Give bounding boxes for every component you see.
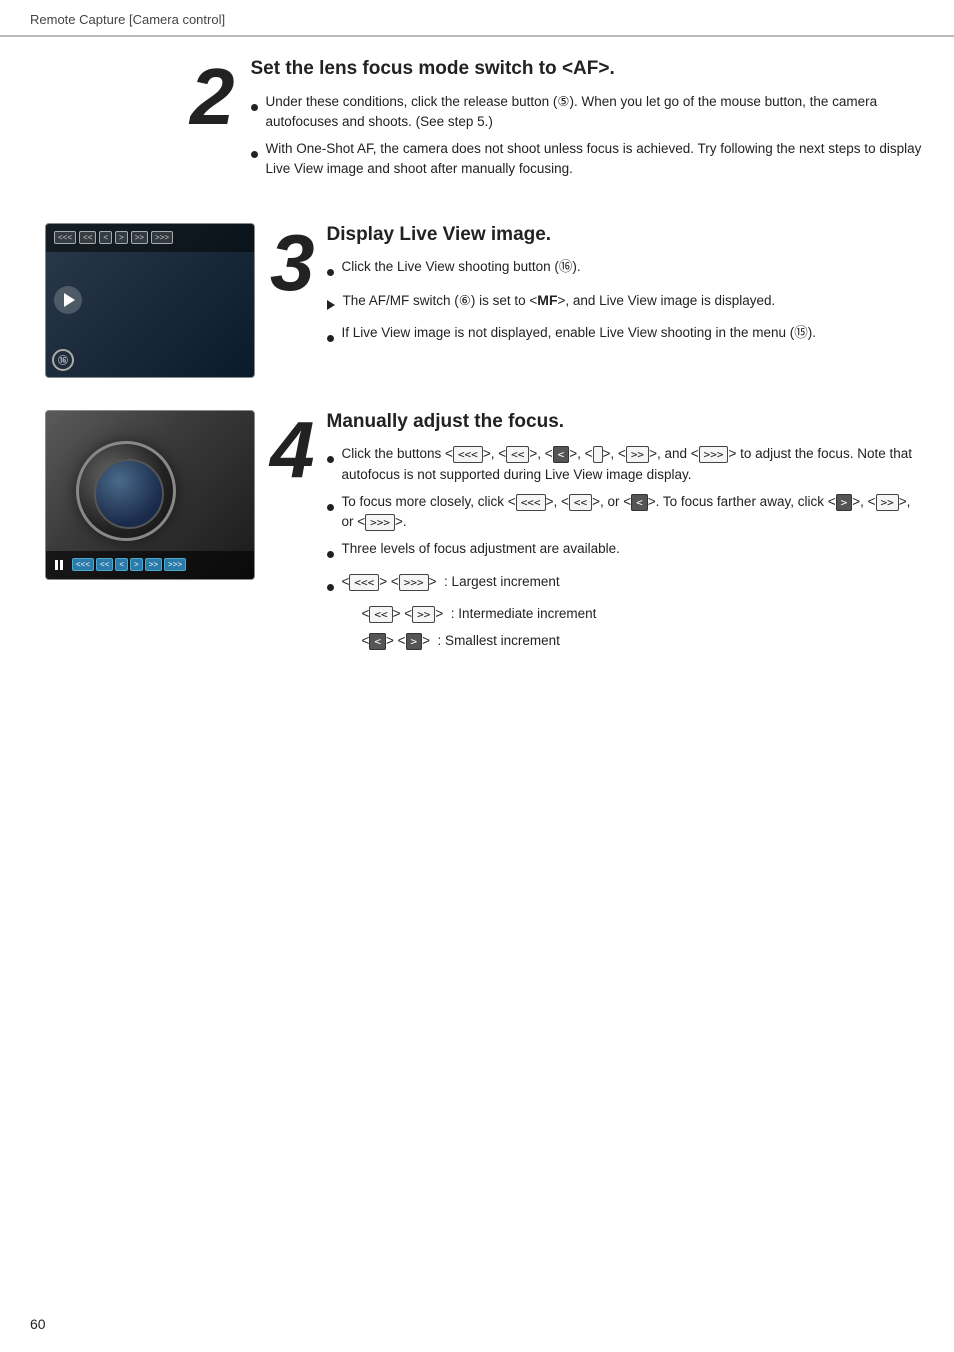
ctrl-btn-r-4: >: [130, 558, 143, 571]
header-text: Remote Capture [Camera control]: [30, 12, 225, 27]
bullet-circle-icon: [251, 97, 258, 117]
step4-bullet-4: <<<<> <>>>> : Largest increment: [327, 572, 925, 597]
step4-bullet-6: <<> <>> : Smallest increment: [347, 631, 925, 651]
bullet-circle-icon: [327, 328, 334, 348]
pause-bar-2: [60, 560, 63, 570]
bullet-circle-icon: [327, 262, 334, 282]
step3-image-area: <<< << < > >> >>> ⑯: [30, 223, 270, 378]
step4-title: Manually adjust the focus.: [327, 410, 925, 435]
ctrl-btn-l-4: <: [115, 558, 128, 571]
camera-screen: <<< << < > >> >>> ⑯: [46, 224, 254, 377]
pause-button: [52, 558, 66, 572]
step4-bullet-1: Click the buttons <<<<>, <<<>, <<>, <​>,…: [327, 444, 925, 485]
ctrl-btn-rr-4: >>: [145, 558, 162, 571]
ctrl-btn-ll-4: <<: [96, 558, 113, 571]
step4-bullet-5: <<<> <>>> : Intermediate increment: [347, 604, 925, 624]
play-button: [54, 286, 82, 314]
step2-bullets: Under these conditions, click the releas…: [251, 92, 925, 180]
step4-image-area: <<< << < > >> >>>: [30, 410, 270, 580]
step2-block: 2 Set the lens focus mode switch to <AF>…: [30, 57, 924, 187]
step4-num-area: 4 Manually adjust the focus. Click the b…: [270, 410, 924, 659]
page-header: Remote Capture [Camera control]: [0, 0, 954, 37]
step3-title: Display Live View image.: [327, 223, 925, 248]
ctrl-btn-rr: >>: [131, 231, 148, 244]
page-number: 60: [30, 1316, 46, 1332]
bullet-circle-icon: [251, 144, 258, 164]
ctrl-btn-rrr-4: >>>: [164, 558, 186, 571]
step2-content: Set the lens focus mode switch to <AF>. …: [251, 57, 925, 187]
bullet-arrow-icon: [327, 296, 335, 316]
step3-bullet-1: Click the Live View shooting button (⑯).: [327, 257, 925, 282]
bullet-circle-icon: [327, 497, 334, 517]
page-footer: 60: [30, 1316, 46, 1332]
step3-bullets: Click the Live View shooting button (⑯).…: [327, 257, 925, 348]
ctrl-btn-lll-4: <<<: [72, 558, 94, 571]
step2-title: Set the lens focus mode switch to <AF>.: [251, 57, 925, 82]
step3-num-area: 3 Display Live View image. Click the Liv…: [270, 223, 924, 355]
bullet-circle-icon: [327, 449, 334, 469]
step3-camera-image: <<< << < > >> >>> ⑯: [45, 223, 255, 378]
step4-right: 4 Manually adjust the focus. Click the b…: [270, 410, 924, 659]
step4-overlay-bar: <<< << < > >> >>>: [46, 551, 254, 579]
camera-overlay-bar: <<< << < > >> >>>: [46, 224, 254, 252]
lens-shape: [76, 441, 176, 541]
ctrl-btn-r2: >: [115, 231, 128, 244]
step4-block: <<< << < > >> >>> 4 Manually adjust the …: [30, 410, 924, 659]
step2-bullet-1: Under these conditions, click the releas…: [251, 92, 925, 133]
ctrl-btn-ll: <<: [79, 231, 96, 244]
step3-bullet-3: If Live View image is not displayed, ena…: [327, 323, 925, 348]
step3-content: Display Live View image. Click the Live …: [327, 223, 925, 355]
step3-block: <<< << < > >> >>> ⑯ 3 Display Live View …: [30, 223, 924, 378]
step2-number: 2: [190, 57, 235, 137]
step4-camera-image: <<< << < > >> >>>: [45, 410, 255, 580]
camera-photo: <<< << < > >> >>>: [46, 411, 254, 579]
bullet-circle-icon: [327, 577, 334, 597]
page-content: 2 Set the lens focus mode switch to <AF>…: [0, 37, 954, 720]
lens-inner: [94, 459, 164, 529]
pause-bar-1: [55, 560, 58, 570]
play-icon: [64, 293, 75, 307]
step3-number: 3: [270, 223, 315, 303]
ctrl-btn-rrr: >>>: [151, 231, 173, 244]
step4-bullet-2: To focus more closely, click <<<<>, <<<>…: [327, 492, 925, 533]
step3-bullet-2: The AF/MF switch (⑥) is set to <MF>, and…: [327, 290, 925, 316]
step4-bullet-3: Three levels of focus adjustment are ava…: [327, 539, 925, 564]
step2-bullet-2: With One-Shot AF, the camera does not sh…: [251, 139, 925, 180]
step4-content: Manually adjust the focus. Click the but…: [327, 410, 925, 659]
ctrl-btn-l2: <: [99, 231, 112, 244]
step4-number: 4: [270, 410, 315, 490]
step4-bullets: Click the buttons <<<<>, <<<>, <<>, <​>,…: [327, 444, 925, 651]
ctrl-btn-lll: <<<: [54, 231, 76, 244]
bullet-circle-icon: [327, 544, 334, 564]
step-num-circle-16: ⑯: [52, 349, 74, 371]
step3-right: 3 Display Live View image. Click the Liv…: [270, 223, 924, 355]
